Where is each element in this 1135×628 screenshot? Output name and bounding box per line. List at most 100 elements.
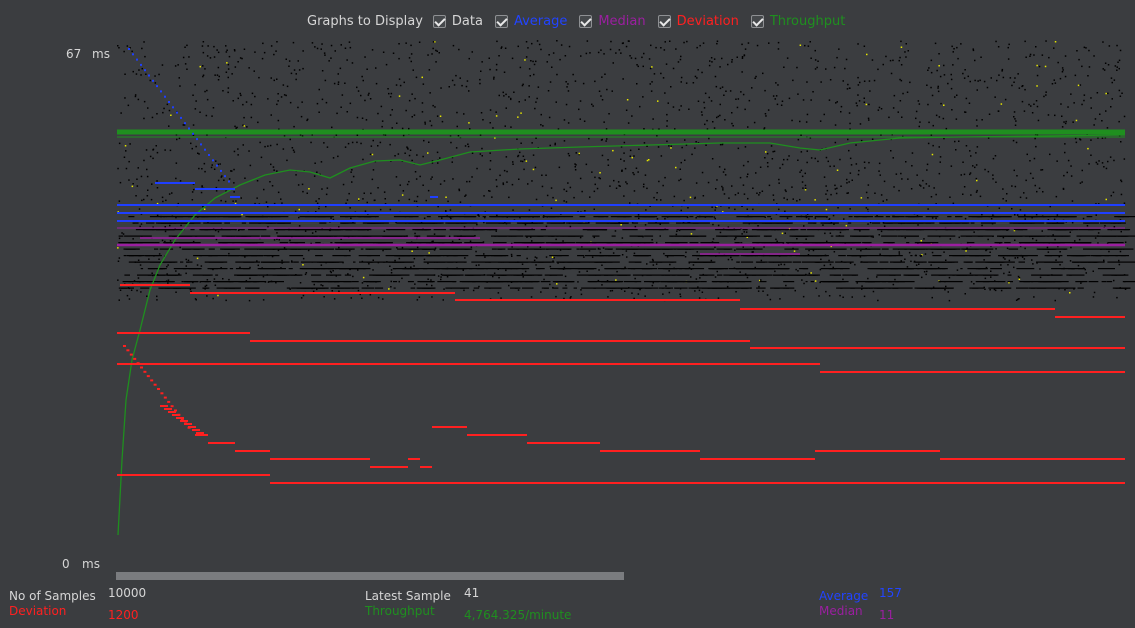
data-point	[680, 81, 682, 83]
data-point	[426, 242, 434, 244]
data-point	[1122, 248, 1134, 250]
data-point	[766, 162, 769, 164]
data-point	[1061, 126, 1064, 128]
data-point	[1091, 229, 1094, 231]
data-point	[1032, 237, 1034, 240]
data-point	[1080, 235, 1099, 237]
data-point	[143, 41, 145, 43]
data-point	[1025, 179, 1027, 182]
data-point	[156, 299, 158, 301]
data-point	[456, 235, 476, 237]
data-point	[1047, 114, 1050, 116]
data-point	[128, 179, 130, 181]
data-point	[320, 264, 323, 266]
data-point	[292, 149, 295, 151]
data-point	[559, 235, 580, 237]
data-point	[411, 93, 413, 95]
data-point	[337, 155, 339, 158]
data-point	[396, 222, 407, 224]
data-point	[540, 48, 542, 51]
data-point	[316, 171, 318, 173]
data-point	[1097, 232, 1100, 234]
data-point	[302, 67, 304, 70]
data-point	[627, 268, 636, 270]
data-point	[900, 40, 902, 43]
data-point	[542, 216, 557, 218]
data-point	[549, 265, 552, 268]
data-point	[828, 259, 830, 262]
data-point	[801, 274, 820, 276]
data-point	[547, 90, 550, 92]
data-point	[901, 116, 903, 118]
data-point	[175, 270, 177, 272]
data-point	[964, 217, 967, 220]
data-point	[557, 216, 560, 218]
data-point	[250, 116, 253, 119]
horizontal-scrollbar[interactable]	[116, 572, 624, 580]
data-point	[369, 98, 372, 100]
data-point	[893, 94, 896, 97]
average-point	[192, 132, 194, 135]
data-point	[592, 235, 600, 237]
data-point	[828, 295, 831, 297]
data-point	[168, 193, 171, 195]
data-point	[731, 61, 733, 63]
data-point	[1118, 235, 1135, 237]
data-point	[532, 242, 539, 244]
data-point	[995, 181, 997, 183]
data-point	[742, 93, 745, 96]
data-point	[976, 89, 978, 91]
data-point	[504, 47, 507, 49]
data-point	[755, 75, 757, 78]
data-point	[408, 242, 417, 244]
data-point	[1074, 137, 1077, 140]
data-point	[131, 50, 133, 53]
data-point	[393, 261, 413, 263]
data-point	[237, 61, 239, 63]
data-point	[505, 156, 508, 158]
data-point	[741, 56, 744, 58]
data-point	[601, 154, 604, 157]
data-point	[285, 94, 287, 97]
data-point	[1064, 216, 1077, 218]
data-point	[426, 235, 446, 237]
data-point	[193, 248, 205, 250]
data-point	[752, 251, 754, 253]
data-point	[892, 287, 913, 289]
data-point	[892, 283, 895, 286]
data-point	[157, 281, 165, 283]
data-point	[457, 135, 460, 137]
data-point	[769, 298, 772, 301]
data-point	[646, 263, 648, 265]
data-point	[806, 150, 808, 152]
data-point	[746, 208, 748, 210]
data-point	[531, 42, 533, 45]
data-point	[716, 40, 719, 42]
data-point	[865, 103, 868, 106]
data-point	[1083, 248, 1102, 250]
data-point	[412, 69, 414, 71]
data-point	[1069, 260, 1072, 262]
data-point	[710, 255, 724, 257]
data-point	[882, 200, 884, 202]
data-point	[609, 185, 611, 187]
data-point	[1002, 188, 1004, 190]
data-point	[1108, 250, 1110, 253]
data-point	[508, 96, 510, 98]
data-point	[343, 235, 357, 237]
data-point	[429, 120, 431, 122]
data-point	[722, 171, 725, 173]
data-point	[861, 285, 863, 287]
data-point	[504, 125, 506, 127]
data-point	[478, 285, 480, 288]
data-point	[371, 178, 374, 181]
data-point	[186, 68, 188, 70]
data-point	[1033, 54, 1035, 56]
data-point	[932, 144, 934, 147]
data-point	[981, 119, 983, 121]
data-point	[525, 56, 528, 58]
data-point	[1109, 156, 1112, 158]
data-point	[483, 253, 485, 255]
data-point	[1013, 81, 1015, 83]
data-point	[967, 242, 975, 244]
